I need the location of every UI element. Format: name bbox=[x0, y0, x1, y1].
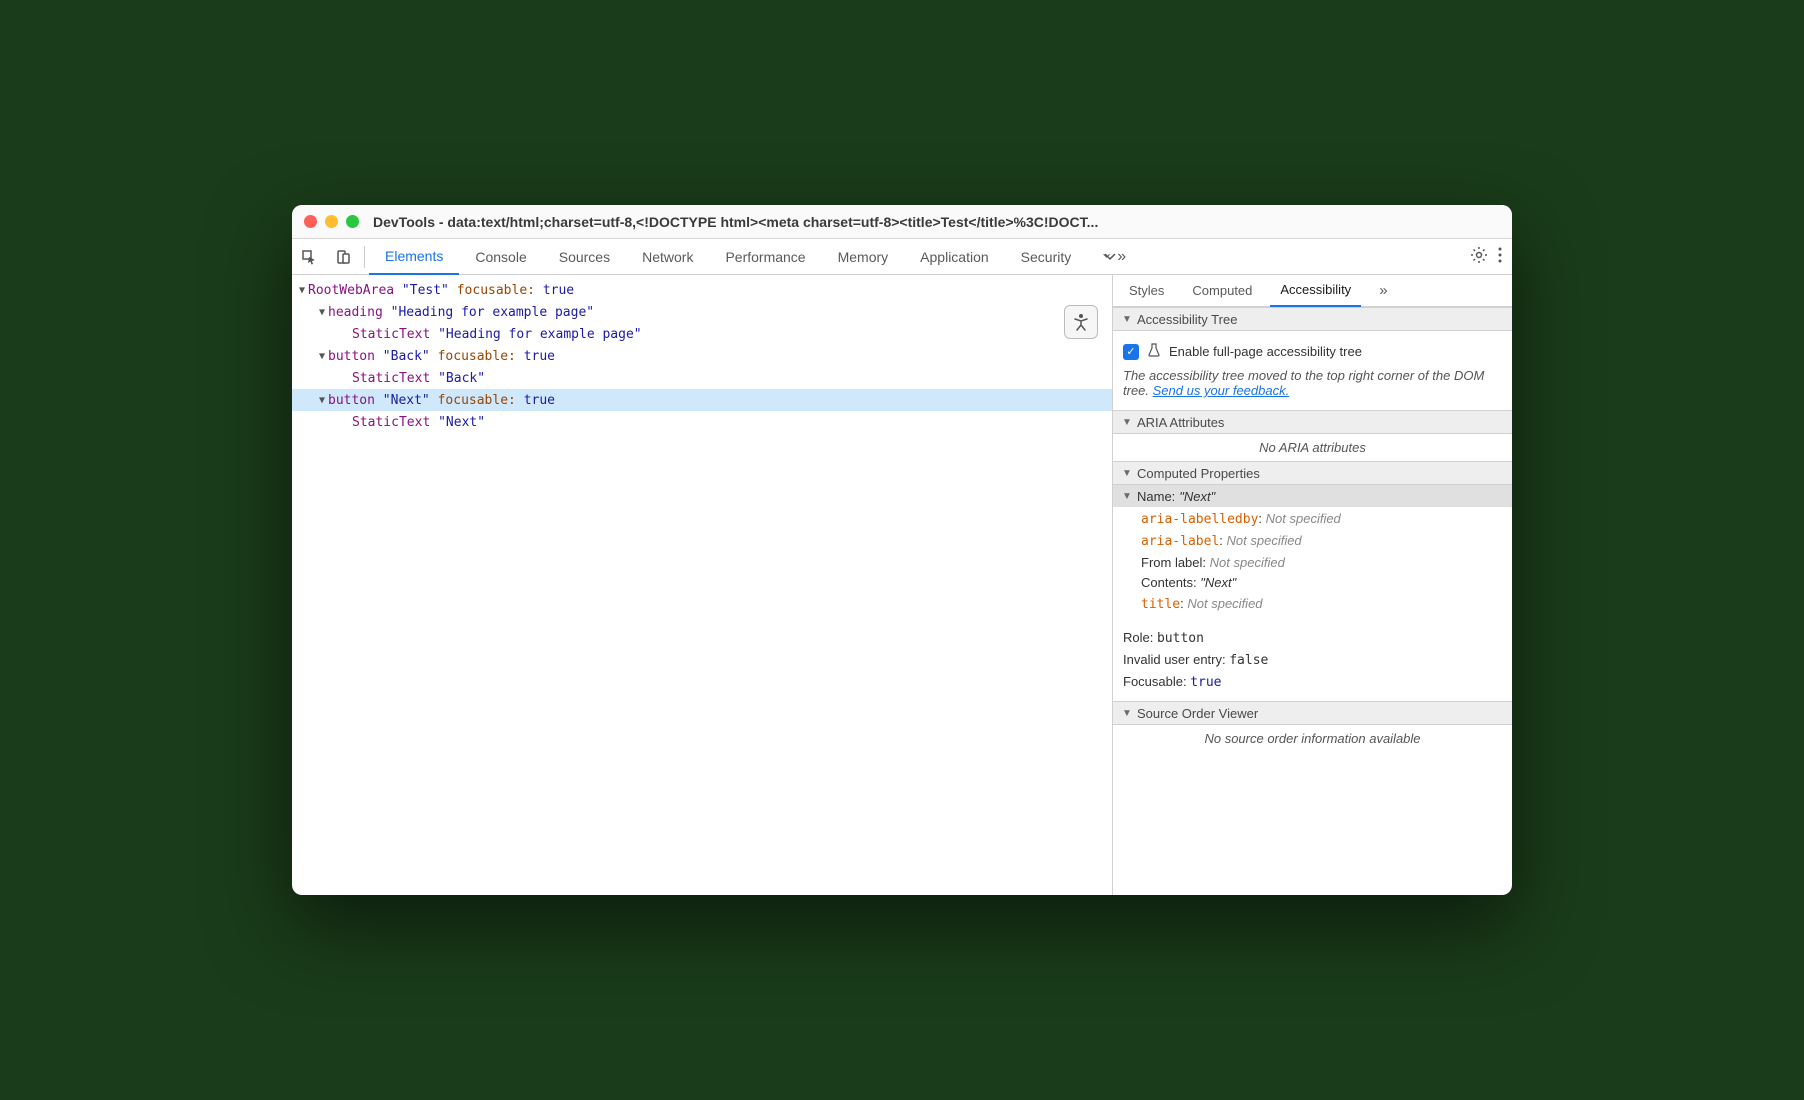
traffic-lights bbox=[304, 215, 359, 228]
name-properties: aria-labelledby: Not specified aria-labe… bbox=[1113, 507, 1512, 624]
section-aria-attributes[interactable]: ▼ ARIA Attributes bbox=[1113, 410, 1512, 434]
accessibility-tree-pane[interactable]: ▼ RootWebArea "Test" focusable: true ▼ h… bbox=[292, 275, 1112, 895]
side-tab-computed[interactable]: Computed bbox=[1182, 275, 1262, 307]
collapse-icon: ▼ bbox=[1121, 314, 1133, 325]
no-source-text: No source order information available bbox=[1113, 725, 1512, 752]
tab-memory[interactable]: Memory bbox=[822, 239, 905, 275]
enable-full-tree-checkbox[interactable]: ✓ bbox=[1123, 344, 1139, 360]
tab-console[interactable]: Console bbox=[459, 239, 542, 275]
toolbar-separator bbox=[364, 246, 365, 268]
enable-full-tree-label: Enable full-page accessibility tree bbox=[1169, 344, 1362, 359]
zoom-window-button[interactable] bbox=[346, 215, 359, 228]
collapse-icon: ▼ bbox=[1121, 468, 1133, 479]
settings-icon[interactable] bbox=[1470, 246, 1488, 267]
tree-row-button-next[interactable]: ▼ button "Next" focusable: true bbox=[292, 389, 1112, 411]
close-window-button[interactable] bbox=[304, 215, 317, 228]
side-tab-styles[interactable]: Styles bbox=[1119, 275, 1174, 307]
titlebar: DevTools - data:text/html;charset=utf-8,… bbox=[292, 205, 1512, 239]
tree-row-heading[interactable]: ▼ heading "Heading for example page" bbox=[292, 301, 1112, 323]
a11y-note: The accessibility tree moved to the top … bbox=[1123, 366, 1502, 404]
expand-icon[interactable]: ▼ bbox=[316, 351, 328, 362]
section-source-order[interactable]: ▼ Source Order Viewer bbox=[1113, 701, 1512, 725]
expand-icon[interactable]: ▼ bbox=[316, 307, 328, 318]
main-toolbar: Elements Console Sources Network Perform… bbox=[292, 239, 1512, 275]
window-title: DevTools - data:text/html;charset=utf-8,… bbox=[373, 214, 1098, 230]
more-options-icon[interactable] bbox=[1498, 247, 1502, 266]
tree-row-button-back[interactable]: ▼ button "Back" focusable: true bbox=[292, 345, 1112, 367]
tree-row-static-next[interactable]: StaticText "Next" bbox=[292, 411, 1112, 433]
beaker-icon bbox=[1147, 343, 1161, 360]
tab-sources[interactable]: Sources bbox=[543, 239, 626, 275]
tree-row-root[interactable]: ▼ RootWebArea "Test" focusable: true bbox=[292, 279, 1112, 301]
accessibility-tree-toggle-button[interactable] bbox=[1064, 305, 1098, 339]
inspect-element-icon[interactable] bbox=[292, 249, 326, 265]
expand-icon[interactable]: ▼ bbox=[316, 395, 328, 406]
section-body-a11y-tree: ✓ Enable full-page accessibility tree Th… bbox=[1113, 331, 1512, 410]
tree-row-static-1[interactable]: StaticText "Heading for example page" bbox=[292, 323, 1112, 345]
tab-network[interactable]: Network bbox=[626, 239, 709, 275]
tab-application[interactable]: Application bbox=[904, 239, 1005, 275]
collapse-icon: ▼ bbox=[1121, 417, 1133, 428]
section-accessibility-tree[interactable]: ▼ Accessibility Tree bbox=[1113, 307, 1512, 331]
collapse-icon: ▼ bbox=[1121, 708, 1133, 719]
devtools-window: DevTools - data:text/html;charset=utf-8,… bbox=[292, 205, 1512, 895]
minimize-window-button[interactable] bbox=[325, 215, 338, 228]
no-aria-text: No ARIA attributes bbox=[1113, 434, 1512, 461]
side-tab-more[interactable]: » bbox=[1369, 275, 1397, 307]
sidebar-tabs: Styles Computed Accessibility » bbox=[1113, 275, 1512, 307]
content-area: ▼ RootWebArea "Test" focusable: true ▼ h… bbox=[292, 275, 1512, 895]
section-computed-properties[interactable]: ▼ Computed Properties bbox=[1113, 461, 1512, 485]
enable-full-tree-row: ✓ Enable full-page accessibility tree bbox=[1123, 337, 1502, 366]
tree-row-static-back[interactable]: StaticText "Back" bbox=[292, 367, 1112, 389]
name-subhead[interactable]: ▼ Name: "Next" bbox=[1113, 485, 1512, 507]
side-tab-accessibility[interactable]: Accessibility bbox=[1270, 275, 1361, 307]
collapse-icon: ▼ bbox=[1121, 491, 1133, 502]
tab-security[interactable]: Security bbox=[1005, 239, 1088, 275]
expand-icon[interactable]: ▼ bbox=[296, 285, 308, 296]
computed-bottom-properties: Role: button Invalid user entry: false F… bbox=[1113, 624, 1512, 701]
main-tabs: Elements Console Sources Network Perform… bbox=[369, 239, 1470, 275]
device-toggle-icon[interactable] bbox=[326, 249, 360, 265]
tab-elements[interactable]: Elements bbox=[369, 239, 459, 275]
sidebar: Styles Computed Accessibility » ▼ Access… bbox=[1112, 275, 1512, 895]
more-tabs-button[interactable]: » bbox=[1087, 239, 1142, 275]
feedback-link[interactable]: Send us your feedback. bbox=[1153, 383, 1290, 398]
toolbar-right bbox=[1470, 246, 1512, 267]
tab-performance[interactable]: Performance bbox=[709, 239, 821, 275]
